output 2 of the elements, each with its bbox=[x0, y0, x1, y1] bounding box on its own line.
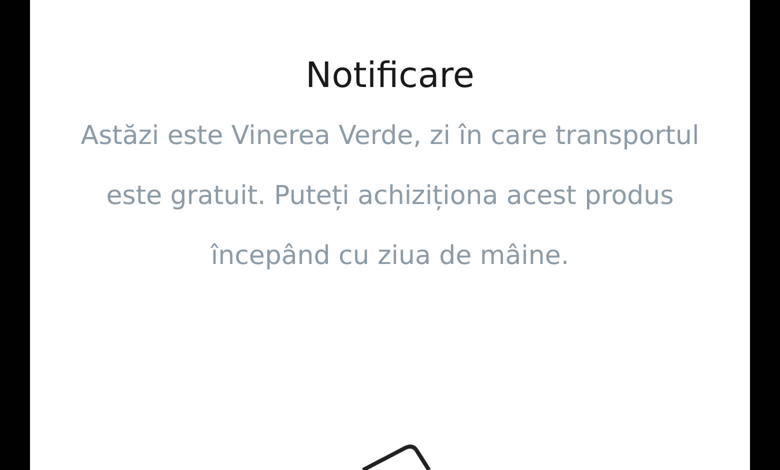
dialog-message: Astăzi este Vinerea Verde, zi în care transportul este gratuit. Puteți achiziționa acest produs începând cu ziua de mâine. bbox=[80, 120, 700, 273]
dialog-title: Notificare bbox=[306, 55, 474, 98]
